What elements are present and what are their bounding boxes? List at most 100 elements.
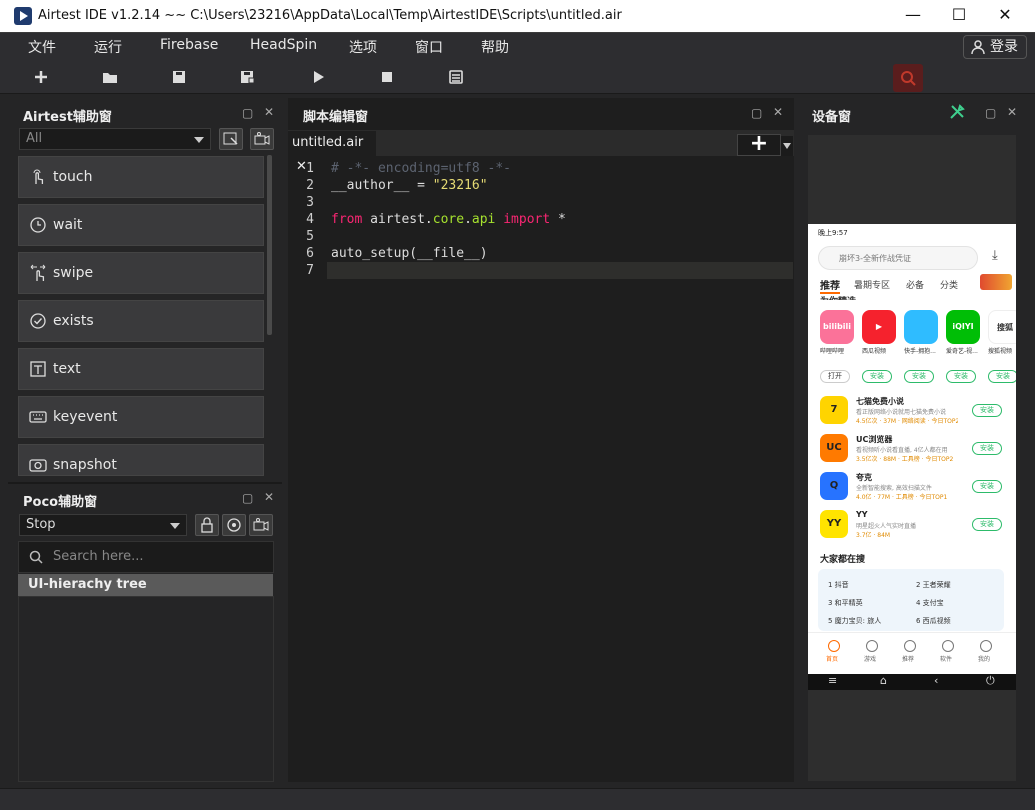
power-icon[interactable]: ⏻ xyxy=(986,674,995,688)
app-icon[interactable]: UC xyxy=(820,434,848,462)
install-button[interactable]: 安装 xyxy=(972,518,1002,531)
bottom-tab-label[interactable]: 软件 xyxy=(940,654,952,663)
device-screen[interactable]: 晚上9:57 崩坏3-全新作战凭证 ⤓ 推荐 暑期专区 必备 分类 为你精选 大… xyxy=(808,224,1016,674)
code-line[interactable]: 1 # -*- encoding=utf8 -*- xyxy=(288,160,794,177)
bottom-tab-icon[interactable] xyxy=(866,640,878,652)
save-as-icon[interactable] xyxy=(236,66,258,88)
close-panel-icon[interactable]: ✕ xyxy=(264,490,274,504)
code-line[interactable]: 5 xyxy=(288,228,794,245)
app-icon[interactable]: Q xyxy=(820,472,848,500)
menu-options[interactable]: 选项 xyxy=(349,37,377,57)
home-icon[interactable]: ⌂ xyxy=(880,674,887,687)
action-wait[interactable]: wait xyxy=(18,204,264,246)
record-button[interactable] xyxy=(250,128,274,150)
close-window-button[interactable]: ✕ xyxy=(990,4,1020,26)
tab-categories[interactable]: 分类 xyxy=(940,278,958,291)
code-line[interactable]: 6 auto_setup(__file__) xyxy=(288,245,794,262)
tab-essentials[interactable]: 必备 xyxy=(906,278,924,291)
app-icon[interactable]: 搜狐 xyxy=(988,310,1016,344)
app-search-input[interactable]: 崩坏3-全新作战凭证 xyxy=(818,246,978,270)
bottom-tab-label[interactable]: 首页 xyxy=(826,654,838,663)
bottom-tab-label[interactable]: 我的 xyxy=(978,654,990,663)
maximize-button[interactable]: ☐ xyxy=(944,4,974,26)
menu-headspin[interactable]: HeadSpin xyxy=(250,37,317,53)
menu-icon[interactable]: ≡ xyxy=(828,674,837,687)
hot-search-item[interactable]: 5 魔力宝贝: 旅人 xyxy=(828,616,881,626)
action-keyevent[interactable]: keyevent xyxy=(18,396,264,438)
tools-icon[interactable] xyxy=(948,103,966,121)
menu-file[interactable]: 文件 xyxy=(28,37,56,57)
app-action-button[interactable]: 安装 xyxy=(904,370,934,383)
login-button[interactable]: 登录 xyxy=(963,35,1027,59)
app-icon[interactable]: 7 xyxy=(820,396,848,424)
run-icon[interactable] xyxy=(307,66,329,88)
action-touch[interactable]: touch xyxy=(18,156,264,198)
code-line[interactable]: 4 from airtest.core.api import * xyxy=(288,211,794,228)
hot-search-item[interactable]: 3 和平精英 xyxy=(828,598,863,608)
save-icon[interactable] xyxy=(168,66,190,88)
open-folder-icon[interactable] xyxy=(99,66,121,88)
bottom-tab-label[interactable]: 游戏 xyxy=(864,654,876,663)
new-file-icon[interactable] xyxy=(30,66,52,88)
app-icon[interactable]: bilibili xyxy=(820,310,854,344)
menu-run[interactable]: 运行 xyxy=(94,37,122,57)
float-panel-icon[interactable]: ▢ xyxy=(751,106,762,120)
close-panel-icon[interactable]: ✕ xyxy=(773,105,783,119)
float-panel-icon[interactable]: ▢ xyxy=(242,491,253,505)
hot-search-item[interactable]: 4 支付宝 xyxy=(916,598,944,608)
float-panel-icon[interactable]: ▢ xyxy=(985,106,996,120)
action-text[interactable]: text xyxy=(18,348,264,390)
bottom-tab-icon[interactable] xyxy=(828,640,840,652)
app-action-button[interactable]: 安装 xyxy=(946,370,976,383)
install-button[interactable]: 安装 xyxy=(972,480,1002,493)
refresh-button[interactable] xyxy=(222,514,246,536)
action-snapshot[interactable]: snapshot xyxy=(18,444,264,476)
close-panel-icon[interactable]: ✕ xyxy=(264,105,274,119)
tab-recommend[interactable]: 推荐 xyxy=(820,277,840,292)
bottom-tab-label[interactable]: 推荐 xyxy=(902,654,914,663)
lock-button[interactable] xyxy=(195,514,219,536)
bottom-tab-icon[interactable] xyxy=(942,640,954,652)
install-button[interactable]: 安装 xyxy=(972,442,1002,455)
menu-help[interactable]: 帮助 xyxy=(481,37,509,57)
new-tab-button[interactable]: + xyxy=(737,133,781,156)
hot-search-item[interactable]: 1 抖音 xyxy=(828,580,849,590)
tab-untitled[interactable]: untitled.air ✕ xyxy=(288,131,376,174)
promo-banner-icon[interactable] xyxy=(980,274,1012,290)
select-element-button[interactable] xyxy=(219,128,243,150)
install-button[interactable]: 安装 xyxy=(972,404,1002,417)
app-action-button[interactable]: 安装 xyxy=(988,370,1016,383)
minimize-button[interactable]: — xyxy=(898,4,928,26)
app-icon[interactable]: ▶ xyxy=(862,310,896,344)
tab-summer[interactable]: 暑期专区 xyxy=(854,278,890,291)
app-icon[interactable] xyxy=(904,310,938,344)
actions-scrollbar[interactable] xyxy=(267,155,272,335)
code-line[interactable]: 3 xyxy=(288,194,794,211)
poco-mode-select[interactable]: Stop xyxy=(19,514,187,536)
action-exists[interactable]: exists xyxy=(18,300,264,342)
float-panel-icon[interactable]: ▢ xyxy=(242,106,253,120)
bottom-tab-icon[interactable] xyxy=(904,640,916,652)
bottom-tab-icon[interactable] xyxy=(980,640,992,652)
app-action-button[interactable]: 安装 xyxy=(862,370,892,383)
action-filter-select[interactable]: All xyxy=(19,128,211,150)
menu-window[interactable]: 窗口 xyxy=(415,37,443,57)
poco-search-input[interactable]: Search here... xyxy=(18,541,274,573)
code-line[interactable]: 7 xyxy=(288,262,794,279)
code-area[interactable]: 1 # -*- encoding=utf8 -*- 2 __author__ = "2… xyxy=(288,160,794,279)
tab-menu-button[interactable] xyxy=(781,136,793,156)
code-line[interactable]: 2 __author__ = "23216" xyxy=(288,177,794,194)
app-icon[interactable]: iQIYI xyxy=(946,310,980,344)
log-icon[interactable] xyxy=(445,66,467,88)
hot-search-item[interactable]: 2 王者荣耀 xyxy=(916,580,951,590)
close-panel-icon[interactable]: ✕ xyxy=(1007,105,1017,119)
search-button[interactable] xyxy=(893,64,923,92)
ui-hierarchy-tree[interactable] xyxy=(18,596,274,782)
hot-search-item[interactable]: 6 西瓜视频 xyxy=(916,616,951,626)
back-icon[interactable]: ‹ xyxy=(934,674,938,687)
menu-firebase[interactable]: Firebase xyxy=(160,37,218,53)
ui-hierarchy-tree-header[interactable]: UI-hierachy tree xyxy=(18,574,273,596)
app-action-button[interactable]: 打开 xyxy=(820,370,850,383)
app-icon[interactable]: YY xyxy=(820,510,848,538)
action-swipe[interactable]: swipe xyxy=(18,252,264,294)
